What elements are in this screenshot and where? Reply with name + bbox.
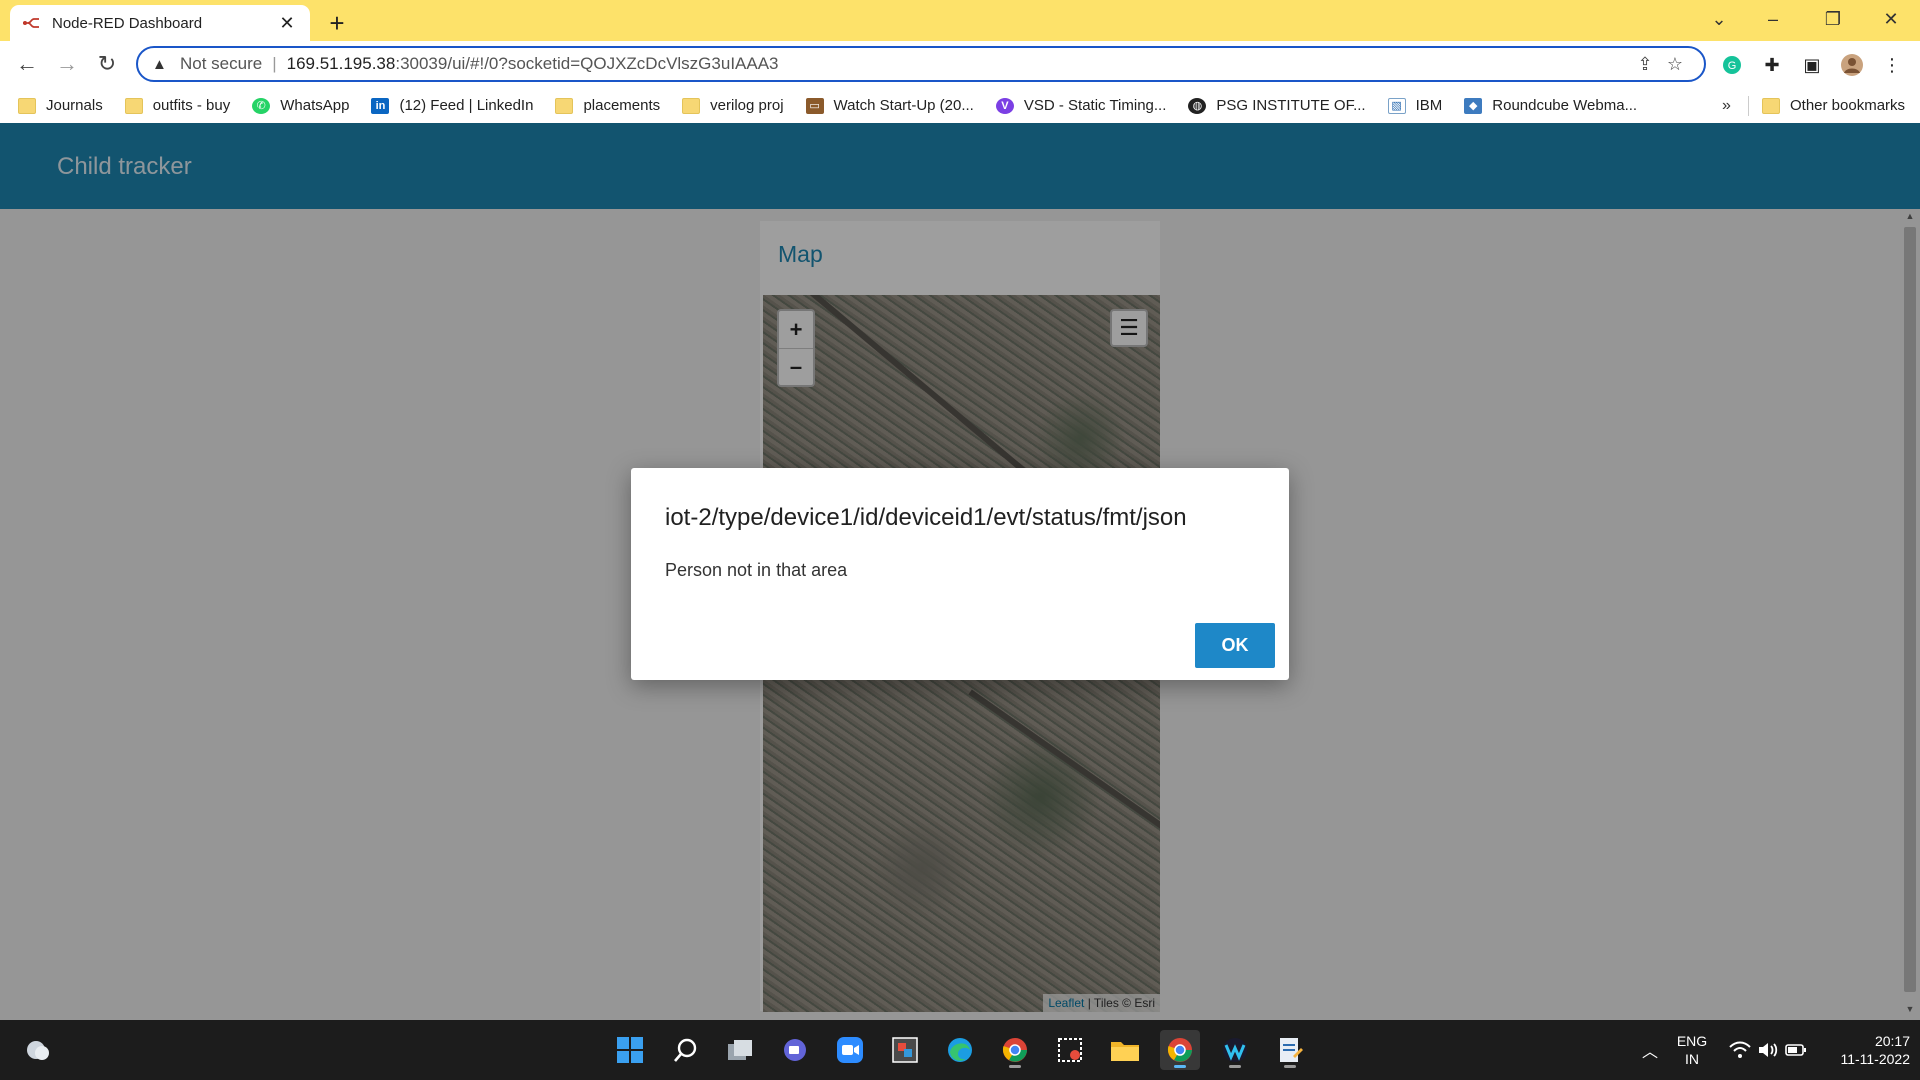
zoom-app-icon[interactable]: [830, 1030, 870, 1070]
roundcube-icon: ◆: [1464, 97, 1483, 114]
bookmark-label: PSG INSTITUTE OF...: [1216, 97, 1366, 114]
address-bar[interactable]: ▲ Not secure | 169.51.195.38:30039/ui/#!…: [136, 46, 1706, 82]
security-label[interactable]: Not secure: [180, 54, 262, 74]
node-red-icon: [22, 15, 42, 31]
back-button[interactable]: ←: [10, 47, 44, 81]
bookmark-item[interactable]: verilog proj: [682, 97, 784, 114]
task-view-icon[interactable]: [720, 1030, 760, 1070]
bookmark-item[interactable]: ▧ IBM: [1387, 97, 1443, 114]
search-icon[interactable]: [666, 1030, 706, 1070]
edge-icon[interactable]: [940, 1030, 980, 1070]
forward-button[interactable]: →: [50, 47, 84, 81]
bookmark-label: placements: [583, 97, 661, 114]
chrome-icon[interactable]: [1160, 1030, 1200, 1070]
bookmark-item[interactable]: placements: [555, 97, 660, 114]
language-region: IN: [1685, 1051, 1699, 1067]
browser-tab[interactable]: Node-RED Dashboard ✕: [10, 5, 310, 41]
menu-kebab-icon[interactable]: ⋮: [1878, 51, 1906, 79]
bookmarks-overflow-button[interactable]: »: [1722, 88, 1731, 123]
grammarly-icon[interactable]: G: [1718, 51, 1746, 79]
bookmarks-bar: Journals outfits - buy ✆ WhatsApp in (12) …: [0, 88, 1920, 123]
folder-icon: [124, 97, 143, 114]
bookmark-label: IBM: [1415, 97, 1443, 114]
bookmark-item[interactable]: ◆ Roundcube Webma...: [1464, 97, 1637, 114]
language-indicator[interactable]: ENG IN: [1672, 1032, 1712, 1068]
bookmark-item[interactable]: ▭ Watch Start-Up (20...: [805, 97, 974, 114]
side-panel-icon[interactable]: ▣: [1798, 51, 1826, 79]
dialog-message: Person not in that area: [665, 560, 848, 580]
new-tab-button[interactable]: +: [322, 8, 352, 38]
notification-dialog: iot-2/type/device1/id/deviceid1/evt/stat…: [631, 468, 1289, 680]
language-code: ENG: [1676, 1033, 1708, 1049]
folder-icon: [682, 97, 701, 114]
browser-tab-strip: Node-RED Dashboard ✕ + ⌄ – ❐ ✕: [0, 0, 1920, 41]
bookmark-item[interactable]: ✆ WhatsApp: [252, 97, 349, 114]
snipping-tool-icon[interactable]: [885, 1030, 925, 1070]
tv-icon: ▭: [805, 97, 824, 114]
restore-button[interactable]: ❐: [1810, 0, 1856, 38]
bookmark-item[interactable]: in (12) Feed | LinkedIn: [371, 97, 533, 114]
clock-date: 11-11-2022: [1840, 1051, 1910, 1067]
profile-avatar[interactable]: [1838, 51, 1866, 79]
bookmark-label: verilog proj: [710, 97, 784, 114]
file-explorer-icon[interactable]: [1105, 1030, 1145, 1070]
notepad-icon[interactable]: [1270, 1030, 1310, 1070]
bookmark-label: Journals: [46, 97, 103, 114]
globe-icon: ◍: [1188, 97, 1207, 114]
bookmark-label: (12) Feed | LinkedIn: [399, 97, 534, 114]
ok-button[interactable]: OK: [1195, 623, 1275, 668]
bookmark-star-icon[interactable]: ☆: [1660, 54, 1690, 75]
extensions-icon[interactable]: ✚: [1758, 51, 1786, 79]
bookmarks-divider: [1748, 96, 1749, 116]
url-host: 169.51.195.38: [286, 54, 396, 73]
url-text[interactable]: 169.51.195.38:30039/ui/#!/0?socketid=QOJ…: [287, 54, 1630, 74]
vsd-icon: V: [995, 97, 1014, 114]
screen-capture-icon[interactable]: [1050, 1030, 1090, 1070]
running-indicator: [1009, 1065, 1021, 1068]
running-indicator: [1229, 1065, 1241, 1068]
linkedin-icon: in: [371, 97, 390, 114]
reload-button[interactable]: ↻: [90, 47, 124, 81]
system-clock[interactable]: 20:17 11-11-2022: [1820, 1032, 1910, 1068]
tab-search-icon[interactable]: ⌄: [1696, 0, 1742, 38]
whatsapp-icon: ✆: [252, 97, 271, 114]
bookmark-label: outfits - buy: [152, 97, 231, 114]
minimize-button[interactable]: –: [1750, 0, 1796, 38]
other-bookmarks-label: Other bookmarks: [1790, 97, 1906, 114]
weather-icon[interactable]: [18, 1030, 58, 1070]
chat-icon[interactable]: [775, 1030, 815, 1070]
bookmark-item[interactable]: outfits - buy: [124, 97, 231, 114]
folder-icon: [18, 97, 36, 114]
battery-icon[interactable]: [1776, 1030, 1816, 1070]
bookmark-item[interactable]: ◍ PSG INSTITUTE OF...: [1188, 97, 1366, 114]
close-window-button[interactable]: ✕: [1868, 0, 1914, 38]
url-path: :30039/ui/#!/0?socketid=QOJXZcDcVlszG3uI…: [395, 54, 779, 73]
windows-taskbar: ︿ ENG IN 20:17 11-11-2022: [0, 1020, 1920, 1080]
bookmark-label: Watch Start-Up (20...: [833, 97, 974, 114]
bookmark-item[interactable]: Journals: [18, 97, 103, 114]
active-indicator: [1174, 1065, 1186, 1068]
warning-icon[interactable]: ▲: [152, 56, 172, 73]
browser-toolbar: ← → ↻ ▲ Not secure | 169.51.195.38:30039…: [0, 41, 1920, 88]
tab-title: Node-RED Dashboard: [52, 14, 203, 32]
webex-icon[interactable]: [1215, 1030, 1255, 1070]
bookmark-label: WhatsApp: [280, 97, 350, 114]
show-hidden-icons-icon[interactable]: ︿: [1630, 1030, 1670, 1070]
share-icon[interactable]: ⇪: [1630, 54, 1660, 75]
running-indicator: [1284, 1065, 1296, 1068]
folder-icon: [555, 97, 574, 114]
clock-time: 20:17: [1874, 1033, 1910, 1049]
bookmark-label: Roundcube Webma...: [1492, 97, 1638, 114]
address-separator: |: [272, 54, 277, 73]
dialog-title: iot-2/type/device1/id/deviceid1/evt/stat…: [665, 504, 1187, 531]
close-tab-icon[interactable]: ✕: [276, 12, 298, 34]
folder-icon: [1762, 97, 1780, 114]
bookmark-item[interactable]: V VSD - Static Timing...: [995, 97, 1167, 114]
image-icon: ▧: [1387, 97, 1406, 114]
start-windows-icon[interactable]: [610, 1030, 650, 1070]
bookmark-label: VSD - Static Timing...: [1023, 97, 1167, 114]
other-bookmarks[interactable]: Other bookmarks: [1762, 88, 1905, 123]
svg-text:G: G: [1728, 60, 1737, 72]
chrome-profile-icon[interactable]: [995, 1030, 1035, 1070]
